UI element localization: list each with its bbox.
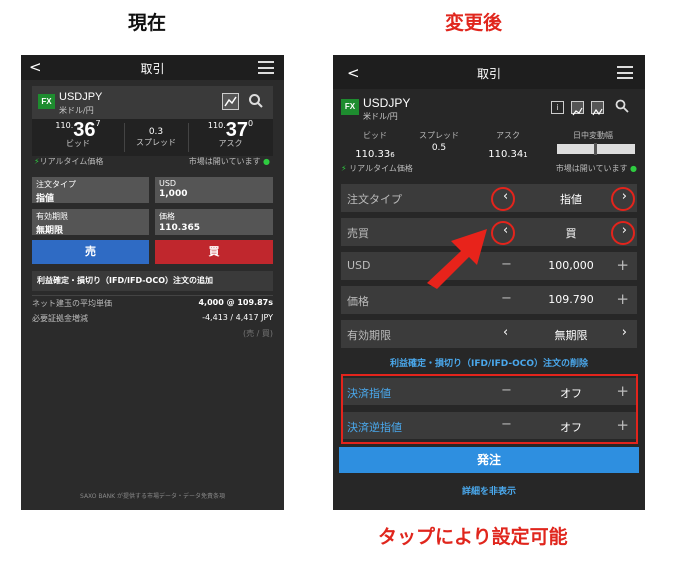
hide-details-link[interactable]: 詳細を非表示 — [333, 484, 645, 497]
highlight-circle — [491, 187, 515, 211]
fx-badge: FX — [38, 94, 55, 109]
status-dot-icon: ● — [263, 157, 270, 166]
realtime-label: ⚡リアルタイム価格 — [34, 157, 104, 166]
page-title: 取引 — [476, 67, 501, 81]
chart-icon[interactable] — [222, 93, 239, 110]
symbol-subname: 米ドル/円 — [59, 106, 94, 115]
sell-buy-note: (売 / 買) — [242, 329, 273, 338]
highlight-frame — [341, 374, 638, 444]
avg-price-value: 4,000 @ 109.87s — [198, 298, 273, 307]
chevron-left-icon[interactable]: ‹ — [503, 325, 508, 340]
header-bar: < 取引 — [333, 55, 645, 89]
price-row: ビッド スプレッド アスク 日中変動幅 110.336 0.5 110.341 — [341, 130, 637, 160]
highlight-circle — [611, 187, 635, 211]
spread-cell: 0.3 スプレッド — [136, 127, 176, 147]
ask-cell[interactable]: 110.370 アスク — [188, 119, 273, 149]
ask-price[interactable]: 110.341 — [473, 142, 543, 161]
caption-after-change: 変更後 — [445, 12, 503, 34]
red-arrow-icon — [427, 229, 487, 289]
fx-badge: FX — [341, 99, 359, 115]
search-icon[interactable] — [615, 99, 629, 113]
chart-alt-icon[interactable] — [591, 101, 604, 116]
sell-button[interactable]: 売 — [32, 240, 149, 264]
delete-ifd-oco-link[interactable]: 利益確定・損切り（IFD/IFD-OCO）注文の削除 — [341, 356, 637, 369]
hamburger-menu-icon[interactable] — [258, 61, 274, 74]
symbol-subname: 米ドル/円 — [363, 112, 398, 121]
hamburger-menu-icon[interactable] — [617, 66, 633, 79]
buy-button[interactable]: 買 — [155, 240, 273, 264]
price-row: 110.367 ビッド 0.3 スプレッド 110.370 アスク — [32, 119, 273, 156]
chevron-right-icon[interactable]: › — [622, 325, 627, 340]
bid-price[interactable]: 110.336 — [345, 142, 405, 161]
realtime-label: ⚡ リアルタイム価格 — [341, 164, 413, 173]
caption-tap-configurable: タップにより設定可能 — [378, 526, 568, 548]
bid-cell[interactable]: 110.367 ビッド — [32, 119, 124, 149]
plus-icon[interactable]: + — [616, 256, 629, 274]
new-trade-screen: < 取引 FX USDJPY 米ドル/円 i ビッド スプレッド アスク 日中変… — [333, 55, 645, 510]
current-trade-screen: < 取引 FX USDJPY 米ドル/円 110.367 ビッド 0.3 スプレ… — [21, 55, 284, 510]
search-icon[interactable] — [248, 93, 264, 109]
minus-icon[interactable]: − — [501, 257, 512, 272]
avg-price-label: ネット建玉の平均単価 — [32, 299, 112, 308]
quantity-field[interactable]: USD 1,000 — [155, 177, 273, 203]
order-type-row[interactable]: 注文タイプ ‹ 指値 › — [341, 184, 637, 212]
status-dot-icon: ● — [630, 164, 637, 173]
info-icon[interactable]: i — [551, 101, 564, 114]
order-button[interactable]: 発注 — [339, 447, 639, 473]
order-type-field[interactable]: 注文タイプ 指値 — [32, 177, 149, 204]
page-title: 取引 — [140, 62, 165, 76]
spread-value: 0.5 — [431, 143, 447, 153]
daily-range-bar — [557, 143, 635, 155]
highlight-circle — [491, 221, 515, 245]
footer-disclaimer[interactable]: SAXO BANK が提供する市場データ・データ免責条項 — [21, 491, 284, 500]
lightning-icon: ⚡ — [341, 164, 347, 173]
expiry-row[interactable]: 有効期限 ‹ 無期限 › — [341, 320, 637, 348]
caption-current: 現在 — [128, 12, 167, 34]
market-status: 市場は開いています ● — [188, 157, 270, 166]
margin-change-value: -4,413 / 4,417 JPY — [202, 313, 273, 322]
margin-change-label: 必要証拠金増減 — [32, 314, 88, 323]
highlight-circle — [611, 221, 635, 245]
plus-icon[interactable]: + — [616, 290, 629, 308]
minus-icon[interactable]: − — [501, 291, 512, 306]
market-status: 市場は開いています ● — [555, 164, 637, 173]
price-field[interactable]: 価格 110.365 — [155, 209, 273, 235]
symbol-name: USDJPY — [59, 91, 103, 103]
expiry-field[interactable]: 有効期限 無期限 — [32, 209, 149, 236]
symbol-block: FX USDJPY 米ドル/円 — [32, 86, 273, 119]
symbol-name: USDJPY — [363, 96, 411, 110]
chart-icon[interactable] — [571, 101, 584, 116]
add-ifd-oco-link[interactable]: 利益確定・損切り（IFD/IFD-OCO）注文の追加 — [32, 271, 273, 291]
header-bar: < 取引 — [21, 55, 284, 80]
